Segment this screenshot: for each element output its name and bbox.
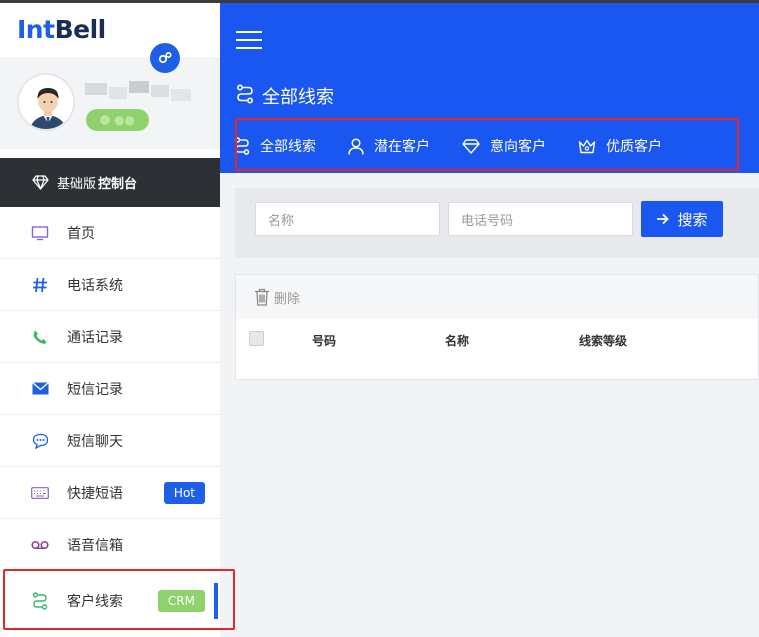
- hamburger-menu-icon[interactable]: [236, 31, 262, 49]
- diamond-icon: [32, 175, 49, 190]
- select-all-checkbox[interactable]: [249, 331, 264, 346]
- sidebar-item-label: 通话记录: [67, 329, 123, 346]
- search-panel: 名称 电话号码 搜索: [235, 188, 759, 258]
- voicemail-icon: [30, 535, 50, 555]
- page-title: 全部线索: [236, 83, 334, 109]
- console-edition: 基础版: [57, 177, 97, 192]
- delete-button[interactable]: 删除: [274, 288, 300, 307]
- settings-button[interactable]: [150, 43, 180, 73]
- console-label: 控制台: [98, 177, 138, 192]
- sidebar-item-label: 电话系统: [67, 277, 123, 294]
- column-header-lead-level[interactable]: 线索等级: [579, 332, 627, 349]
- table-header: 号码 名称 线索等级: [236, 319, 758, 367]
- trash-icon[interactable]: [254, 288, 270, 306]
- highlight-box-tabs: [235, 118, 739, 171]
- leads-table-panel: 删除 号码 名称 线索等级: [235, 274, 759, 380]
- route-icon: [236, 83, 254, 109]
- brand-name-part1: Int: [17, 15, 55, 44]
- name-input[interactable]: 名称: [255, 202, 440, 236]
- status-badge-text: ●●: [114, 113, 135, 127]
- brand-name-part2: Bell: [54, 15, 107, 44]
- username-blurred: [85, 81, 191, 105]
- avatar[interactable]: [17, 73, 75, 131]
- sidebar-menu: 首页 电话系统 通话记录 短信记录 短信聊天 快捷短语 Hot 语音信箱 客户线…: [0, 207, 220, 631]
- sidebar-item-voicemail[interactable]: 语音信箱: [0, 519, 220, 571]
- envelope-icon: [30, 379, 50, 399]
- sidebar-item-quick-phrases[interactable]: 快捷短语 Hot: [0, 467, 220, 519]
- highlight-box-sidebar: [3, 569, 235, 630]
- hot-badge: Hot: [163, 482, 205, 504]
- hash-icon: [30, 275, 50, 295]
- search-button[interactable]: 搜索: [641, 201, 723, 237]
- column-header-name[interactable]: 名称: [445, 332, 469, 349]
- logo-area: IntBell: [0, 3, 220, 57]
- phone-input[interactable]: 电话号码: [448, 202, 633, 236]
- sidebar-item-phone-system[interactable]: 电话系统: [0, 259, 220, 311]
- search-button-label: 搜索: [677, 210, 708, 229]
- brand-logo[interactable]: IntBell: [17, 15, 106, 44]
- page: IntBell ●● 基础版 控制台 首页 电话系统 通话记录 短信记录 短信聊…: [0, 0, 759, 637]
- sidebar-item-label: 短信记录: [67, 381, 123, 398]
- column-header-number[interactable]: 号码: [312, 332, 336, 349]
- keyboard-icon: [30, 483, 50, 503]
- console-bar[interactable]: 基础版 控制台: [0, 158, 220, 207]
- sidebar: IntBell ●● 基础版 控制台 首页 电话系统 通话记录 短信记录 短信聊…: [0, 3, 220, 637]
- table-toolbar: 删除: [236, 275, 758, 319]
- sidebar-item-sms-chat[interactable]: 短信聊天: [0, 415, 220, 467]
- status-dot-icon: [100, 115, 111, 125]
- page-title-text: 全部线索: [262, 87, 334, 108]
- sidebar-item-sms-records[interactable]: 短信记录: [0, 363, 220, 415]
- chat-bubble-icon: [30, 431, 50, 451]
- user-avatar-icon: [19, 75, 73, 129]
- sidebar-item-label: 短信聊天: [67, 433, 123, 450]
- arrow-right-icon: [657, 213, 670, 225]
- phone-icon: [30, 327, 50, 347]
- status-badge: ●●: [86, 109, 149, 131]
- monitor-icon: [30, 223, 50, 243]
- name-input-placeholder: 名称: [268, 213, 295, 229]
- sidebar-item-call-records[interactable]: 通话记录: [0, 311, 220, 363]
- phone-input-placeholder: 电话号码: [461, 213, 514, 229]
- sidebar-item-label: 快捷短语: [67, 485, 123, 502]
- sidebar-item-home[interactable]: 首页: [0, 207, 220, 259]
- sidebar-item-label: 语音信箱: [67, 537, 123, 554]
- gears-icon: [158, 51, 172, 64]
- sidebar-item-label: 首页: [67, 225, 95, 242]
